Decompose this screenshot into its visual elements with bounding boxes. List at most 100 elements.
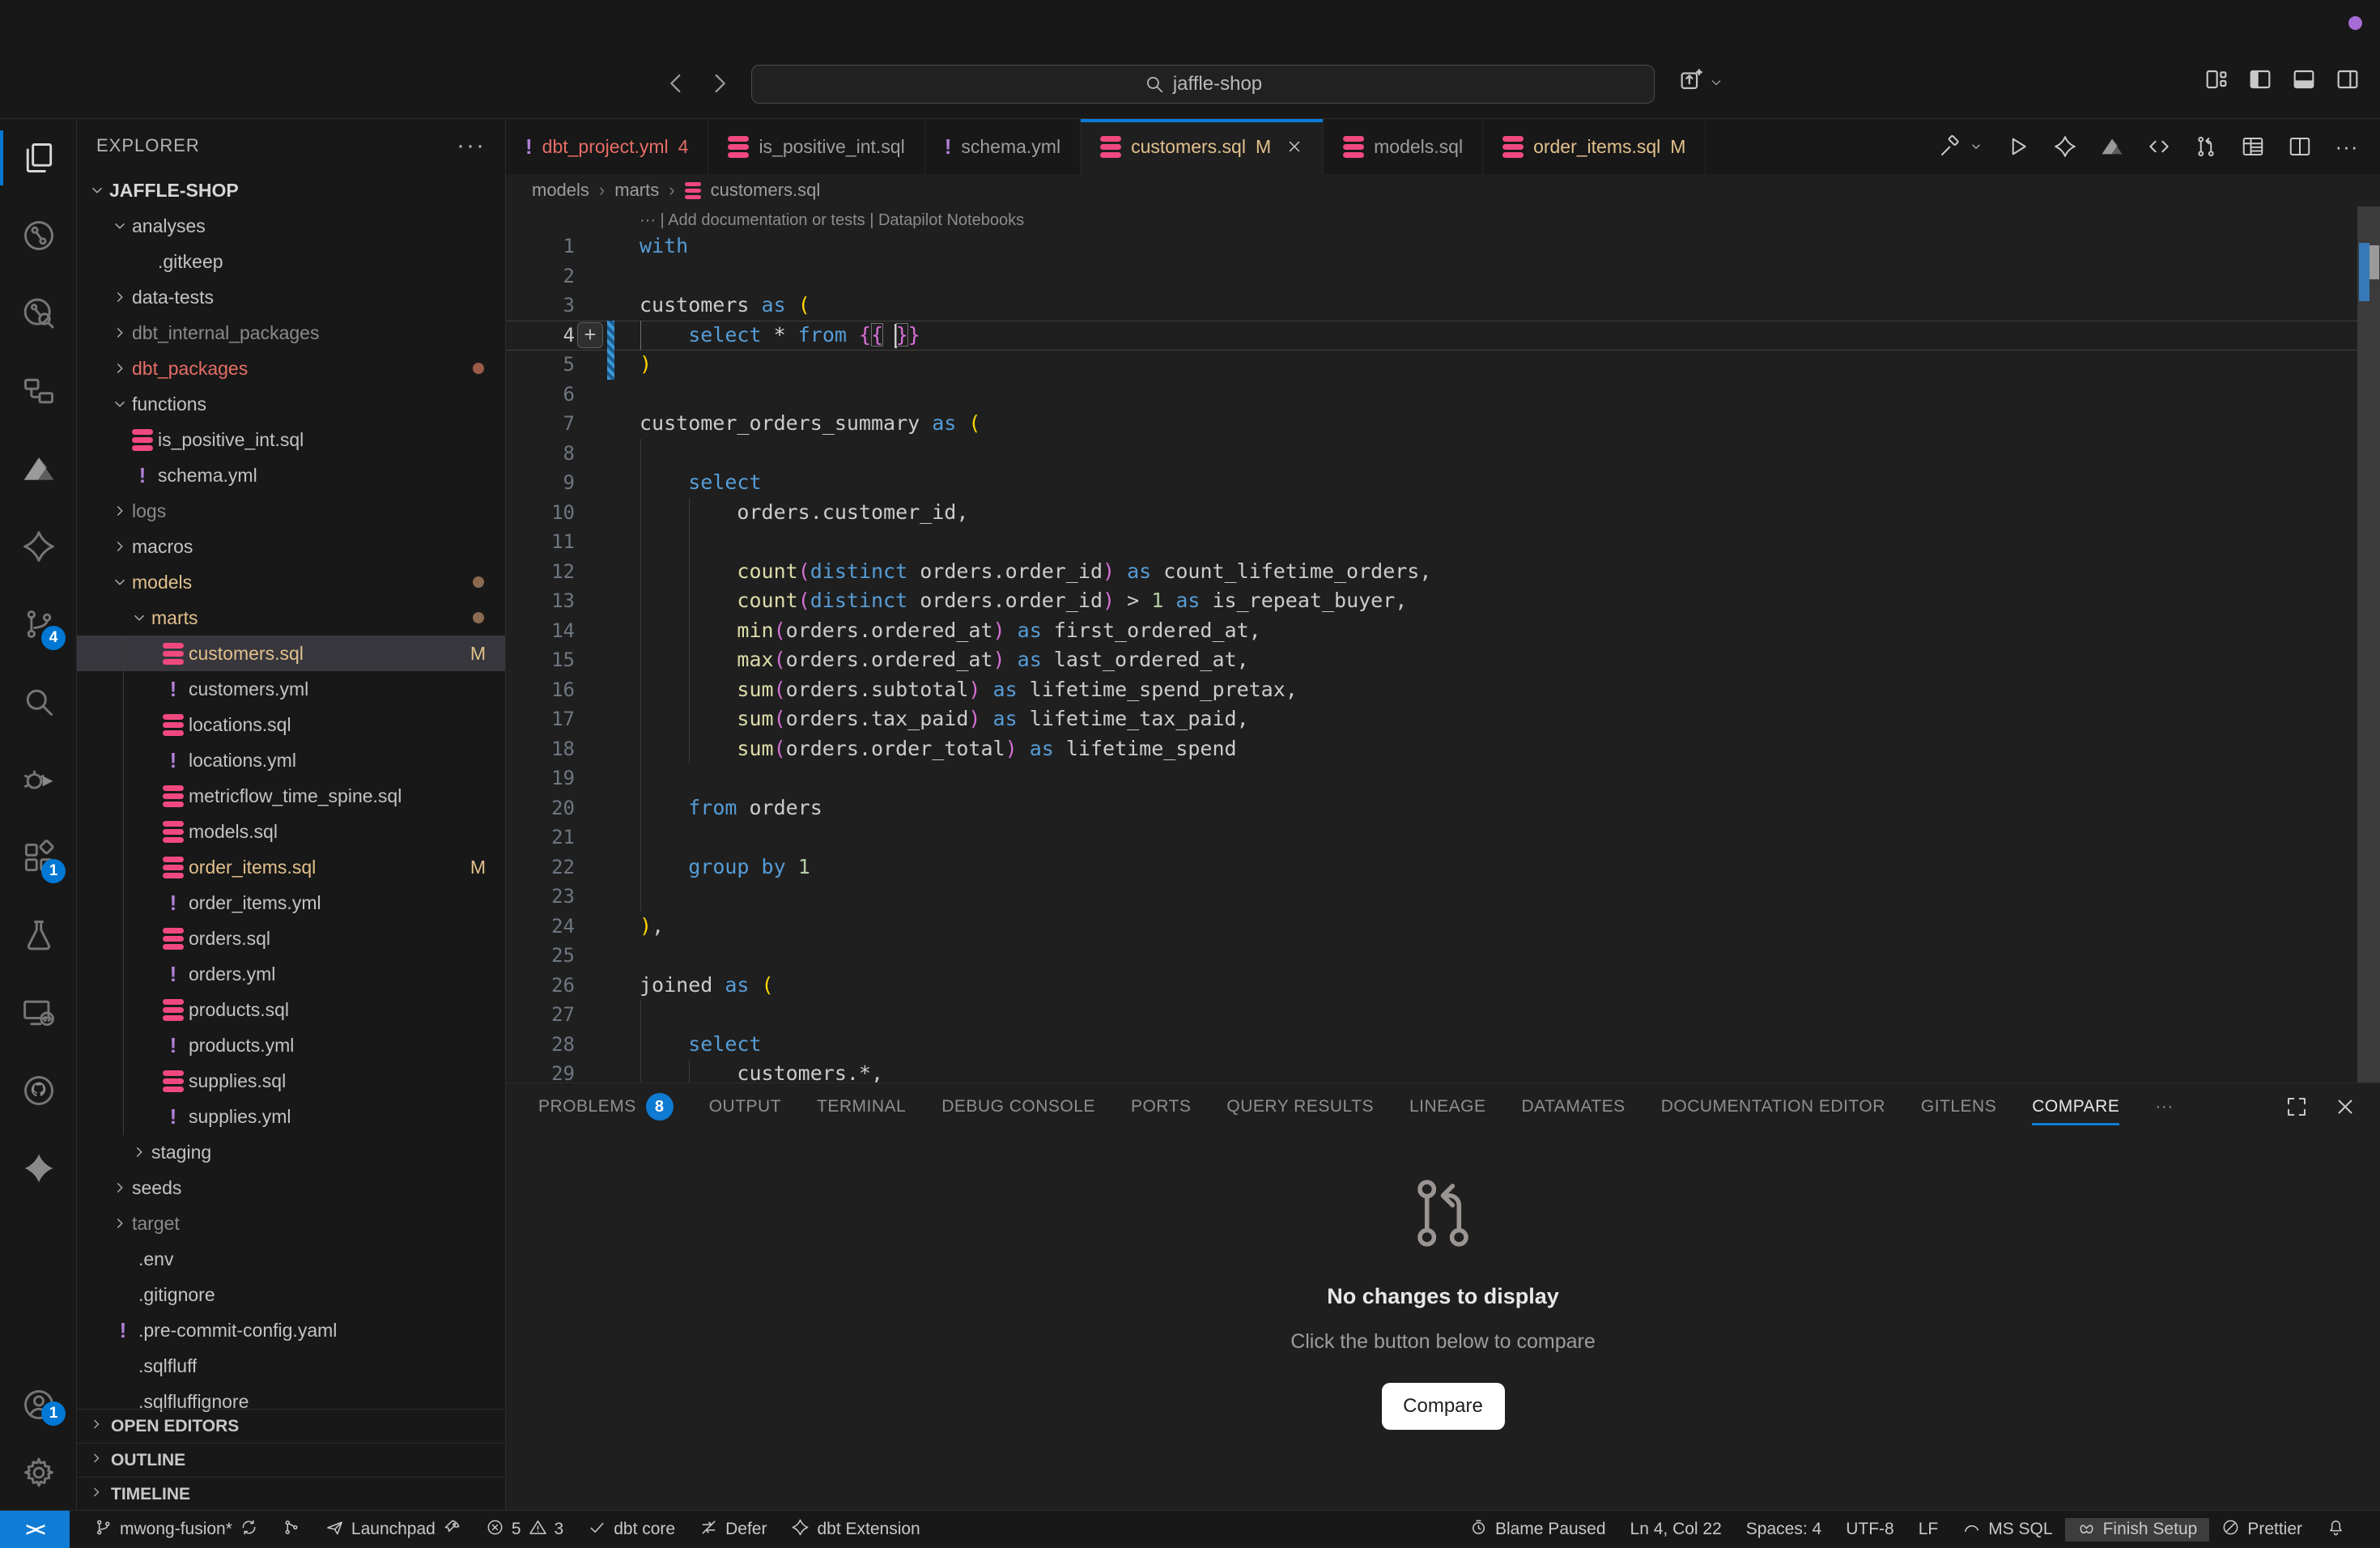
activity-dbt-extension[interactable] <box>0 508 77 585</box>
tree-item-target[interactable]: target <box>77 1206 505 1241</box>
tree-item-supplies.sql[interactable]: supplies.sql <box>77 1063 505 1099</box>
tree-item-locations.sql[interactable]: locations.sql <box>77 707 505 742</box>
tree-item-metricflow_time_spine.sql[interactable]: metricflow_time_spine.sql <box>77 778 505 814</box>
tree-item-.env[interactable]: .env <box>77 1241 505 1277</box>
more-actions-button[interactable]: ··· <box>2335 134 2359 159</box>
remote-indicator[interactable]: >< <box>0 1511 70 1548</box>
activity-dbt-power-user[interactable] <box>0 197 77 274</box>
tab-models.sql[interactable]: models.sql <box>1324 119 1483 174</box>
panel-tab-problems[interactable]: PROBLEMS8 <box>521 1083 691 1130</box>
activity-github[interactable] <box>0 1052 77 1129</box>
section-open-editors[interactable]: OPEN EDITORS <box>77 1409 505 1443</box>
codelens-actions[interactable]: ··· | Add documentation or tests | Datap… <box>640 211 1024 230</box>
panel-tab-ports[interactable]: PORTS <box>1113 1083 1209 1130</box>
panel-tab-debug-console[interactable]: DEBUG CONSOLE <box>924 1083 1113 1130</box>
panel-tab-terminal[interactable]: TERMINAL <box>799 1083 924 1130</box>
close-panel-icon[interactable] <box>2333 1095 2357 1119</box>
breadcrumb-item[interactable]: marts <box>614 180 659 201</box>
tree-item-products.sql[interactable]: products.sql <box>77 992 505 1027</box>
tree-item-logs[interactable]: logs <box>77 493 505 529</box>
blame-status[interactable]: Blame Paused <box>1457 1518 1618 1542</box>
tree-item-seeds[interactable]: seeds <box>77 1170 505 1206</box>
customize-layout-icon[interactable] <box>2204 66 2229 92</box>
close-icon[interactable] <box>1286 138 1303 155</box>
forward-arrow-icon[interactable] <box>706 70 733 97</box>
activity-accounts[interactable]: 1 <box>0 1371 77 1439</box>
dbt-build-button[interactable] <box>1938 134 1962 159</box>
tree-item-analyses[interactable]: analyses <box>77 208 505 244</box>
activity-explorer[interactable] <box>0 119 77 197</box>
tree-item-order_items.sql[interactable]: order_items.sqlM <box>77 849 505 885</box>
tree-item-.pre-commit-config.yaml[interactable]: !.pre-commit-config.yaml <box>77 1312 505 1348</box>
git-branch-status[interactable]: mwong-fusion* <box>94 1511 258 1548</box>
breadcrumb-item[interactable]: customers.sql <box>711 180 821 201</box>
share-icon[interactable] <box>1677 66 1705 94</box>
dbt-action-button[interactable] <box>2053 134 2077 159</box>
activity-dbt-query-history[interactable] <box>0 274 77 352</box>
tab-customers.sql[interactable]: customers.sqlM <box>1081 119 1324 174</box>
tree-item-order_items.yml[interactable]: !order_items.yml <box>77 885 505 921</box>
split-editor-button[interactable] <box>2288 134 2312 159</box>
panel-tab-compare[interactable]: COMPARE <box>2014 1083 2137 1130</box>
activity-search[interactable] <box>0 663 77 741</box>
compare-button[interactable]: Compare <box>1382 1383 1505 1430</box>
tree-item-macros[interactable]: macros <box>77 529 505 564</box>
activity-dbt-alt[interactable] <box>0 1129 77 1207</box>
activity-run-and-debug[interactable] <box>0 741 77 819</box>
git-compare-button[interactable] <box>2194 134 2218 159</box>
run-query-button[interactable] <box>2006 134 2030 159</box>
eol[interactable]: LF <box>1906 1520 1951 1539</box>
launchpad-status[interactable]: Launchpad <box>325 1511 461 1548</box>
cursor-position[interactable]: Ln 4, Col 22 <box>1618 1520 1734 1539</box>
code-editor[interactable]: ··· | Add documentation or tests | Datap… <box>506 206 2380 1082</box>
toggle-sidebar-icon[interactable] <box>2247 66 2273 92</box>
indentation[interactable]: Spaces: 4 <box>1734 1520 1834 1539</box>
tree-item-models[interactable]: models <box>77 564 505 600</box>
panel-tab--[interactable]: ··· <box>2137 1083 2191 1130</box>
tab-order_items.sql[interactable]: order_items.sqlM <box>1483 119 1706 174</box>
section-outline[interactable]: OUTLINE <box>77 1443 505 1477</box>
tree-item-schema.yml[interactable]: !schema.yml <box>77 457 505 493</box>
command-center-search[interactable]: jaffle-shop <box>751 65 1655 104</box>
activity-remote-explorer[interactable] <box>0 974 77 1052</box>
editor-scrollbar[interactable] <box>2357 206 2380 1082</box>
problems-status[interactable]: 53 <box>486 1511 563 1548</box>
breadcrumb-item[interactable]: models <box>532 180 589 201</box>
tree-item-dbt_internal_packages[interactable]: dbt_internal_packages <box>77 315 505 351</box>
back-arrow-icon[interactable] <box>662 70 690 97</box>
chevron-down-icon[interactable] <box>1708 74 1724 91</box>
tree-item-locations.yml[interactable]: !locations.yml <box>77 742 505 778</box>
compiled-code-button[interactable] <box>2147 134 2171 159</box>
tree-item-customers.yml[interactable]: !customers.yml <box>77 671 505 707</box>
tree-item-is_positive_int.sql[interactable]: is_positive_int.sql <box>77 422 505 457</box>
language-mode[interactable]: MS SQL <box>1950 1518 2064 1542</box>
tree-item-orders.yml[interactable]: !orders.yml <box>77 956 505 992</box>
tree-item-dbt_packages[interactable]: dbt_packages <box>77 351 505 386</box>
tree-item-orders.sql[interactable]: orders.sql <box>77 921 505 956</box>
prettier-status[interactable]: Prettier <box>2209 1518 2314 1542</box>
tree-item-jaffle-shop[interactable]: JAFFLE-SHOP <box>77 172 505 208</box>
notifications-bell[interactable] <box>2314 1518 2357 1542</box>
tab-is_positive_int.sql[interactable]: is_positive_int.sql <box>708 119 924 174</box>
tree-item-.gitignore[interactable]: .gitignore <box>77 1277 505 1312</box>
dbt-extension-status[interactable]: dbt Extension <box>791 1511 920 1548</box>
dbt-core-status[interactable]: dbt core <box>588 1511 675 1548</box>
toggle-secondary-sidebar-icon[interactable] <box>2335 66 2361 92</box>
finish-setup[interactable]: Finish Setup <box>2065 1518 2210 1542</box>
tree-item-staging[interactable]: staging <box>77 1134 505 1170</box>
activity-lineage-view[interactable] <box>0 352 77 430</box>
tree-item-customers.sql[interactable]: customers.sqlM <box>77 636 505 671</box>
panel-tab-query-results[interactable]: QUERY RESULTS <box>1209 1083 1392 1130</box>
maximize-panel-icon[interactable] <box>2284 1095 2309 1119</box>
panel-tab-datamates[interactable]: DATAMATES <box>1504 1083 1643 1130</box>
activity-altimate-datapilot[interactable] <box>0 430 77 508</box>
tab-schema.yml[interactable]: !schema.yml <box>925 119 1081 174</box>
toggle-panel-icon[interactable] <box>2291 66 2317 92</box>
tree-item-.gitkeep[interactable]: .gitkeep <box>77 244 505 279</box>
panel-tab-documentation-editor[interactable]: DOCUMENTATION EDITOR <box>1643 1083 1903 1130</box>
tree-item-models.sql[interactable]: models.sql <box>77 814 505 849</box>
section-timeline[interactable]: TIMELINE <box>77 1477 505 1510</box>
tree-item-marts[interactable]: marts <box>77 600 505 636</box>
tree-item-data-tests[interactable]: data-tests <box>77 279 505 315</box>
chevron-down-icon[interactable] <box>1969 134 1983 159</box>
